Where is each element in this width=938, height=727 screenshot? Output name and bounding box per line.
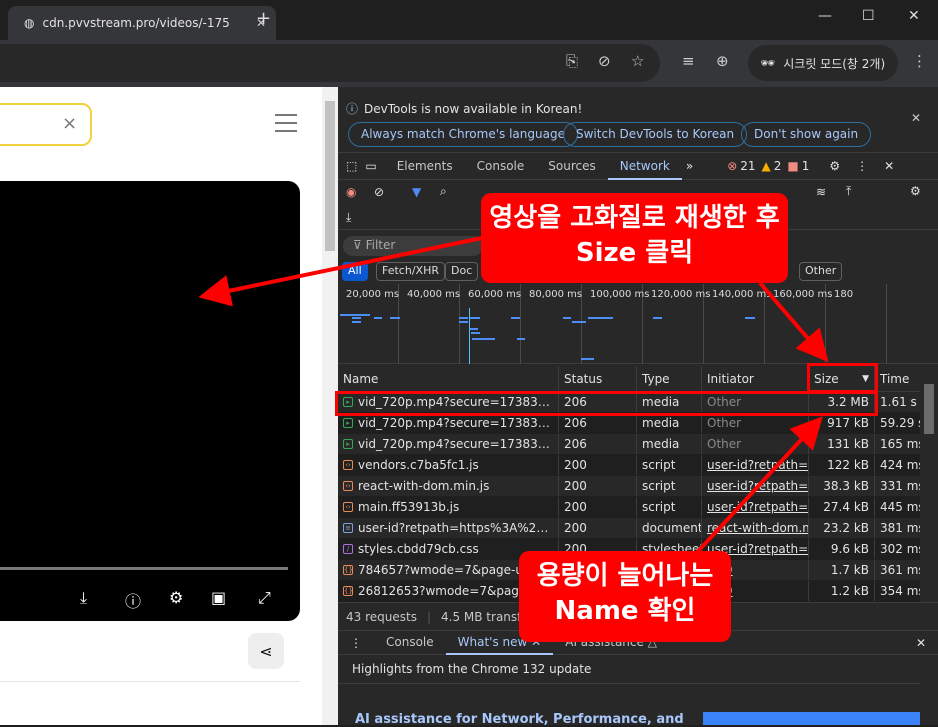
arrow-to-page <box>198 236 483 307</box>
callout-click-size: 영상을 고화질로 재생한 후 Size 클릭 <box>481 193 788 283</box>
callout1-line2: Size 클릭 <box>575 238 694 269</box>
callout-check-name: 용량이 늘어나는 Name 확인 <box>519 551 731 642</box>
arrow-to-rows <box>688 416 823 562</box>
callout2-line1: 용량이 늘어나는 <box>536 561 714 591</box>
callout1-line1: 영상을 고화질로 재생한 후 <box>489 203 780 233</box>
arrow-to-size <box>758 281 829 363</box>
callout2-line2: Name 확인 <box>554 596 696 627</box>
annotation-arrows <box>198 236 829 562</box>
